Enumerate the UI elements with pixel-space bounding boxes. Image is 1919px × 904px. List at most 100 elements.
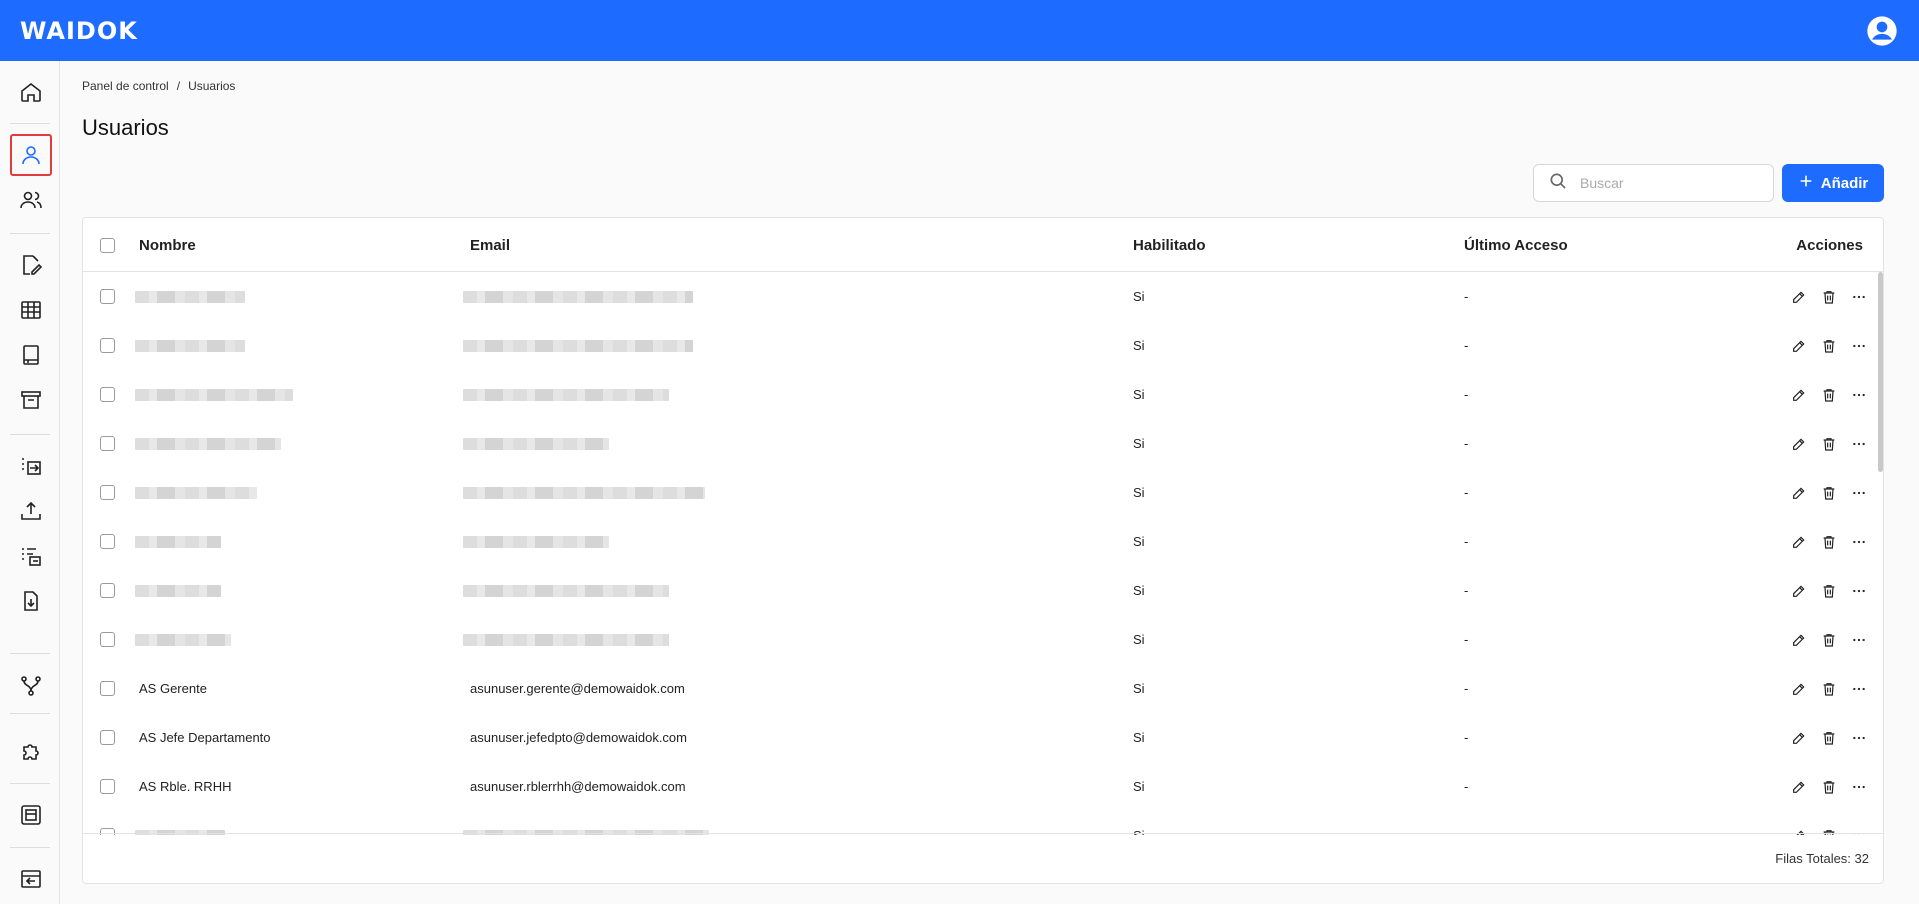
app-logo[interactable]: WAIDOK	[20, 17, 138, 45]
more-icon[interactable]	[1850, 582, 1867, 599]
table-row[interactable]: Si -	[83, 517, 1883, 566]
archive-icon[interactable]	[10, 379, 52, 421]
column-header-email[interactable]: Email	[470, 218, 510, 272]
more-icon[interactable]	[1850, 680, 1867, 697]
more-icon[interactable]	[1850, 778, 1867, 795]
document-sign-icon[interactable]	[10, 244, 52, 286]
table-scrollbar[interactable]	[1878, 272, 1883, 472]
row-checkbox[interactable]	[100, 681, 115, 696]
more-icon[interactable]	[1850, 435, 1867, 452]
edit-icon[interactable]	[1790, 778, 1807, 795]
table-row[interactable]: AS Jefe Departamento asunuser.jefedpto@de…	[83, 713, 1883, 762]
table-row[interactable]: Si -	[83, 321, 1883, 370]
select-all-checkbox[interactable]	[100, 237, 115, 253]
row-checkbox[interactable]	[100, 338, 115, 353]
edit-icon[interactable]	[1790, 582, 1807, 599]
breadcrumb-root[interactable]: Panel de control	[82, 79, 169, 93]
edit-icon[interactable]	[1790, 729, 1807, 746]
row-actions	[1790, 321, 1867, 370]
trash-icon[interactable]	[1820, 680, 1837, 697]
search-box[interactable]	[1533, 164, 1774, 202]
table-row[interactable]: Si -	[83, 811, 1883, 835]
table-row[interactable]: AS Rble. RRHH asunuser.rblerrhh@demowaido…	[83, 762, 1883, 811]
search-input[interactable]	[1580, 175, 1760, 191]
transfer-icon[interactable]	[10, 445, 52, 487]
puzzle-icon[interactable]	[10, 730, 52, 772]
row-checkbox[interactable]	[100, 485, 115, 500]
row-checkbox[interactable]	[100, 289, 115, 304]
row-checkbox[interactable]	[100, 534, 115, 549]
more-icon[interactable]	[1850, 386, 1867, 403]
row-checkbox[interactable]	[100, 387, 115, 402]
row-checkbox[interactable]	[100, 779, 115, 794]
logout-window-icon[interactable]	[10, 858, 52, 900]
add-user-button[interactable]: Añadir	[1782, 164, 1884, 202]
more-icon[interactable]	[1850, 533, 1867, 550]
more-icon[interactable]	[1850, 288, 1867, 305]
table-row[interactable]: Si -	[83, 419, 1883, 468]
more-icon[interactable]	[1850, 484, 1867, 501]
edit-icon[interactable]	[1790, 680, 1807, 697]
table-row[interactable]: AS Gerente asunuser.gerente@demowaidok.co…	[83, 664, 1883, 713]
table-row[interactable]: Si -	[83, 566, 1883, 615]
users-icon[interactable]	[10, 179, 52, 221]
row-checkbox[interactable]	[100, 583, 115, 598]
edit-icon[interactable]	[1790, 533, 1807, 550]
table-header: Nombre Email Habilitado Último Acceso Ac…	[83, 218, 1883, 272]
redacted-name	[135, 290, 245, 303]
cell-last-access: -	[1464, 289, 1469, 304]
row-select-cell	[100, 713, 115, 762]
column-header-name[interactable]: Nombre	[139, 218, 196, 272]
edit-icon[interactable]	[1790, 631, 1807, 648]
table-row[interactable]: Si -	[83, 615, 1883, 664]
trash-icon[interactable]	[1820, 729, 1837, 746]
row-select-cell	[100, 517, 115, 566]
workflow-icon[interactable]	[10, 665, 52, 707]
trash-icon[interactable]	[1820, 288, 1837, 305]
trash-icon[interactable]	[1820, 582, 1837, 599]
trash-icon[interactable]	[1820, 778, 1837, 795]
trash-icon[interactable]	[1820, 533, 1837, 550]
more-icon[interactable]	[1850, 729, 1867, 746]
row-checkbox[interactable]	[100, 436, 115, 451]
trash-icon[interactable]	[1820, 337, 1837, 354]
redacted-email	[463, 437, 609, 450]
edit-icon[interactable]	[1790, 484, 1807, 501]
edit-icon[interactable]	[1790, 435, 1807, 452]
redacted-email	[463, 290, 693, 303]
user-icon[interactable]	[10, 134, 52, 176]
table-row[interactable]: Si -	[83, 468, 1883, 517]
edit-icon[interactable]	[1790, 337, 1807, 354]
table-row[interactable]: Si -	[83, 370, 1883, 419]
table-row[interactable]: Si -	[83, 272, 1883, 321]
template-icon[interactable]	[10, 794, 52, 836]
trash-icon[interactable]	[1820, 386, 1837, 403]
edit-icon[interactable]	[1790, 288, 1807, 305]
cell-last-access: -	[1464, 681, 1469, 696]
column-header-last-access[interactable]: Último Acceso	[1464, 218, 1568, 272]
download-doc-icon[interactable]	[10, 580, 52, 622]
more-icon[interactable]	[1850, 337, 1867, 354]
edit-icon[interactable]	[1790, 386, 1807, 403]
sidebar-divider	[10, 783, 50, 784]
upload-icon[interactable]	[10, 490, 52, 532]
book-icon[interactable]	[10, 334, 52, 376]
cell-last-access: -	[1464, 338, 1469, 353]
home-icon[interactable]	[10, 71, 52, 113]
users-table: Nombre Email Habilitado Último Acceso Ac…	[82, 217, 1884, 884]
row-checkbox[interactable]	[100, 632, 115, 647]
list-import-icon[interactable]	[10, 535, 52, 577]
redacted-name	[135, 584, 221, 597]
table-icon[interactable]	[10, 289, 52, 331]
row-actions	[1790, 370, 1867, 419]
row-checkbox[interactable]	[100, 730, 115, 745]
account-icon[interactable]	[1865, 14, 1899, 48]
row-actions	[1790, 566, 1867, 615]
trash-icon[interactable]	[1820, 631, 1837, 648]
trash-icon[interactable]	[1820, 484, 1837, 501]
cell-email	[463, 419, 609, 468]
trash-icon[interactable]	[1820, 435, 1837, 452]
more-icon[interactable]	[1850, 631, 1867, 648]
sidebar	[0, 61, 60, 904]
column-header-enabled[interactable]: Habilitado	[1133, 218, 1206, 272]
